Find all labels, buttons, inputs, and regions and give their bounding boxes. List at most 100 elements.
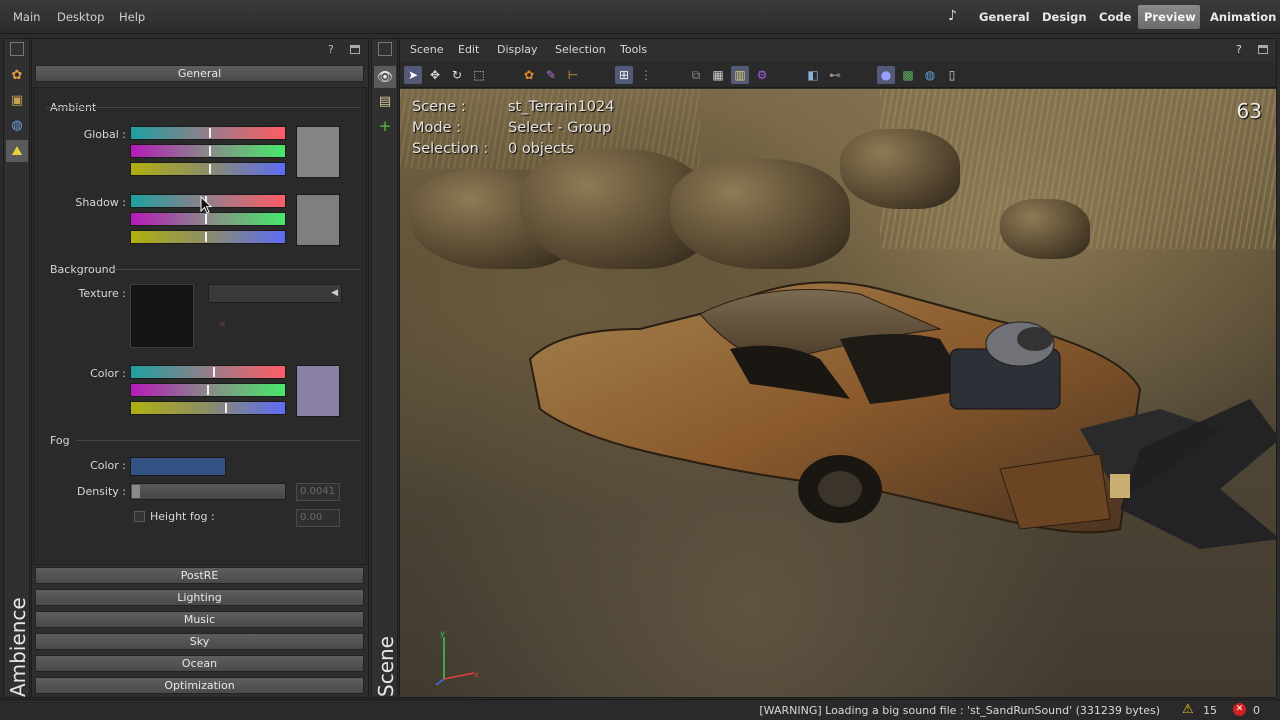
global-green-slider[interactable] bbox=[130, 144, 286, 158]
align-icon[interactable]: ▦ bbox=[709, 66, 727, 84]
global-red-slider[interactable] bbox=[130, 126, 286, 140]
height-fog-value-field[interactable]: 0.00 bbox=[296, 509, 340, 527]
menu-desktop[interactable]: Desktop bbox=[57, 10, 104, 24]
selection-label: Selection : bbox=[412, 141, 489, 157]
triangle-left-icon: ◀ bbox=[331, 288, 338, 298]
music-note-icon[interactable]: ♪ bbox=[948, 8, 957, 24]
bg-red-thumb[interactable] bbox=[213, 367, 215, 377]
grid-icon[interactable]: ▩ bbox=[899, 66, 917, 84]
sphere-shading-icon[interactable]: ● bbox=[877, 66, 895, 84]
error-icon[interactable]: ✕ bbox=[1233, 703, 1246, 716]
shadow-blue-thumb[interactable] bbox=[205, 232, 207, 242]
section-general[interactable]: General bbox=[35, 65, 364, 82]
ambience-icon[interactable]: ⛰ bbox=[6, 140, 28, 162]
camera-icon[interactable]: ▤ bbox=[374, 90, 396, 112]
move-icon[interactable]: ✥ bbox=[426, 66, 444, 84]
density-label: Density : bbox=[76, 485, 126, 498]
menu-selection[interactable]: Selection bbox=[555, 43, 606, 56]
layers-icon[interactable]: ▥ bbox=[731, 66, 749, 84]
global-red-thumb[interactable] bbox=[209, 128, 211, 138]
density-value-field[interactable]: 0.0041 bbox=[296, 483, 340, 501]
bg-color-label: Color : bbox=[90, 367, 126, 380]
cube-icon[interactable]: ◧ bbox=[804, 66, 822, 84]
globe-icon[interactable]: ◍ bbox=[921, 66, 939, 84]
help-icon[interactable]: ? bbox=[328, 43, 334, 56]
section-postre[interactable]: PostRE bbox=[35, 567, 364, 584]
clear-texture-icon[interactable]: ✕ bbox=[218, 320, 226, 331]
scene-value: st_Terrain1024 bbox=[508, 99, 615, 115]
fog-color-label: Color : bbox=[90, 459, 126, 472]
scale-icon[interactable]: ⬚ bbox=[470, 66, 488, 84]
group-icon[interactable]: ⊞ bbox=[615, 66, 633, 84]
background-group-title: Background bbox=[50, 263, 116, 276]
texture-preview[interactable] bbox=[130, 284, 194, 348]
help-icon[interactable]: ? bbox=[1236, 43, 1242, 56]
folder-icon[interactable]: ▣ bbox=[6, 89, 28, 111]
rock bbox=[840, 129, 960, 209]
mouse-cursor-icon bbox=[200, 196, 213, 214]
global-label: Global : bbox=[83, 128, 126, 141]
brush-icon[interactable]: ✎ bbox=[542, 66, 560, 84]
bg-red-slider[interactable] bbox=[130, 365, 286, 379]
measure-icon[interactable]: ⊢ bbox=[564, 66, 582, 84]
mode-label: Mode : bbox=[412, 120, 462, 136]
scene-viewer-panel: Scene Edit Display Selection Tools ? ➤ ✥… bbox=[399, 38, 1277, 698]
ruler-icon[interactable]: ▯ bbox=[943, 66, 961, 84]
density-thumb[interactable] bbox=[132, 485, 140, 498]
menu-main[interactable]: Main bbox=[13, 10, 40, 24]
global-color-swatch[interactable] bbox=[296, 126, 340, 178]
bg-color-swatch[interactable] bbox=[296, 365, 340, 417]
camera-view-icon[interactable]: ⊷ bbox=[826, 66, 844, 84]
3d-viewport[interactable]: y x Scene : st_Terrain1024 Mode : Select… bbox=[400, 89, 1276, 697]
panel-toggle-icon[interactable] bbox=[10, 42, 24, 56]
bg-blue-slider[interactable] bbox=[130, 401, 286, 415]
paint-icon[interactable]: ✿ bbox=[520, 66, 538, 84]
snap-icon[interactable]: ⧉ bbox=[687, 66, 705, 84]
mode-code[interactable]: Code bbox=[1093, 5, 1137, 29]
bg-green-thumb[interactable] bbox=[207, 385, 209, 395]
global-blue-thumb[interactable] bbox=[209, 164, 211, 174]
status-message: [WARNING] Loading a big sound file : 'st… bbox=[759, 704, 1160, 717]
mode-animation[interactable]: Animation bbox=[1204, 5, 1280, 29]
shadow-color-swatch[interactable] bbox=[296, 194, 340, 246]
texture-dropdown[interactable]: ◀ bbox=[208, 284, 342, 303]
gear-icon[interactable]: ⚙ bbox=[753, 66, 771, 84]
global-blue-slider[interactable] bbox=[130, 162, 286, 176]
density-slider[interactable] bbox=[130, 483, 286, 500]
section-lighting[interactable]: Lighting bbox=[35, 589, 364, 606]
mode-value: Select - Group bbox=[508, 120, 612, 136]
global-green-thumb[interactable] bbox=[209, 146, 211, 156]
mode-general[interactable]: General bbox=[973, 5, 1036, 29]
height-fog-checkbox[interactable] bbox=[134, 511, 145, 522]
menu-help[interactable]: Help bbox=[119, 10, 145, 24]
panel-toggle-icon[interactable] bbox=[378, 42, 392, 56]
fog-color-field[interactable] bbox=[130, 457, 226, 476]
eye-icon[interactable]: 👁 bbox=[374, 66, 396, 88]
menu-scene[interactable]: Scene bbox=[410, 43, 444, 56]
rotate-icon[interactable]: ↻ bbox=[448, 66, 466, 84]
maximize-icon[interactable] bbox=[1258, 45, 1268, 54]
shadow-blue-slider[interactable] bbox=[130, 230, 286, 244]
mode-preview[interactable]: Preview bbox=[1138, 5, 1200, 29]
hierarchy-icon[interactable]: ⋮ bbox=[637, 66, 655, 84]
menu-tools[interactable]: Tools bbox=[620, 43, 647, 56]
maximize-icon[interactable] bbox=[350, 45, 360, 54]
scene-toolbar: ➤ ✥ ↻ ⬚ ✿ ✎ ⊢ ⊞ ⋮ ⧉ ▦ ▥ ⚙ ◧ ⊷ ● ▩ ◍ ▯ bbox=[400, 62, 1276, 88]
bg-green-slider[interactable] bbox=[130, 383, 286, 397]
section-optimization[interactable]: Optimization bbox=[35, 677, 364, 694]
palette-icon[interactable]: ✿ bbox=[6, 64, 28, 86]
globe-icon[interactable]: ◍ bbox=[6, 114, 28, 136]
height-fog-label: Height fog : bbox=[150, 510, 215, 523]
warning-icon[interactable]: ⚠ bbox=[1182, 702, 1194, 717]
section-ocean[interactable]: Ocean bbox=[35, 655, 364, 672]
section-music[interactable]: Music bbox=[35, 611, 364, 628]
ambience-side-strip: ✿ ▣ ◍ ⛰ Ambience Editor bbox=[3, 38, 54, 698]
menu-display[interactable]: Display bbox=[497, 43, 538, 56]
fog-divider bbox=[76, 440, 360, 441]
select-arrow-icon[interactable]: ➤ bbox=[404, 66, 422, 84]
add-icon[interactable]: + bbox=[374, 115, 396, 137]
section-sky[interactable]: Sky bbox=[35, 633, 364, 650]
menu-edit[interactable]: Edit bbox=[458, 43, 479, 56]
bg-blue-thumb[interactable] bbox=[225, 403, 227, 413]
mode-design[interactable]: Design bbox=[1036, 5, 1093, 29]
